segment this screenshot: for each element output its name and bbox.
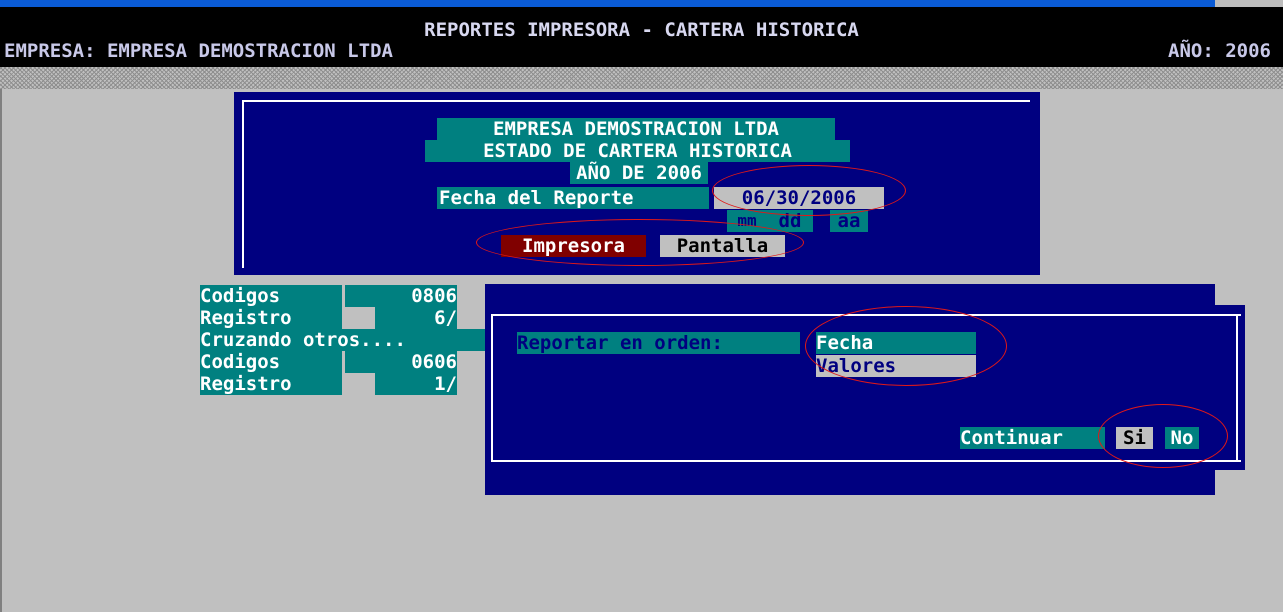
company-label: EMPRESA: xyxy=(4,40,96,62)
progress-label: Cruzando otros.... xyxy=(200,329,485,351)
progress-label: Codigos xyxy=(200,285,342,307)
annotation-circle-continue xyxy=(1098,404,1228,468)
page-title-text: REPORTES IMPRESORA - CARTERA HISTORICA xyxy=(420,19,863,41)
company-name: EMPRESA DEMOSTRACION LTDA xyxy=(106,40,393,62)
annotation-circle-output xyxy=(476,219,804,266)
report-year: AÑO DE 2006 xyxy=(570,162,708,184)
order-dialog-frame-right xyxy=(1236,314,1238,460)
left-edge xyxy=(0,89,2,612)
progress-label: Registro xyxy=(200,373,342,395)
report-subtitle: ESTADO DE CARTERA HISTORICA xyxy=(425,140,850,162)
progress-label: Registro xyxy=(200,307,342,329)
report-date-label: Fecha del Reporte xyxy=(437,187,709,209)
continue-label: Continuar xyxy=(960,427,1105,449)
year-label: AÑO: xyxy=(1168,40,1214,62)
report-company: EMPRESA DEMOSTRACION LTDA xyxy=(437,118,835,140)
annotation-circle-date xyxy=(712,165,906,216)
progress-value: 0806 xyxy=(345,285,457,307)
year-line: AÑO: 2006 xyxy=(1168,40,1271,62)
progress-value: 0606 xyxy=(345,351,457,373)
annotation-circle-order xyxy=(805,306,1007,386)
progress-label: Codigos xyxy=(200,351,342,373)
progress-value: 6/ xyxy=(375,307,457,329)
progress-value: 1/ xyxy=(375,373,457,395)
window-top-bar xyxy=(0,0,1283,7)
header-divider xyxy=(0,67,1283,89)
page-title: REPORTES IMPRESORA - CARTERA HISTORICA xyxy=(0,19,1283,41)
company-line: EMPRESA: EMPRESA DEMOSTRACION LTDA xyxy=(4,40,393,62)
year-value: 2006 xyxy=(1225,40,1271,62)
order-label: Reportar en orden: xyxy=(517,332,800,354)
